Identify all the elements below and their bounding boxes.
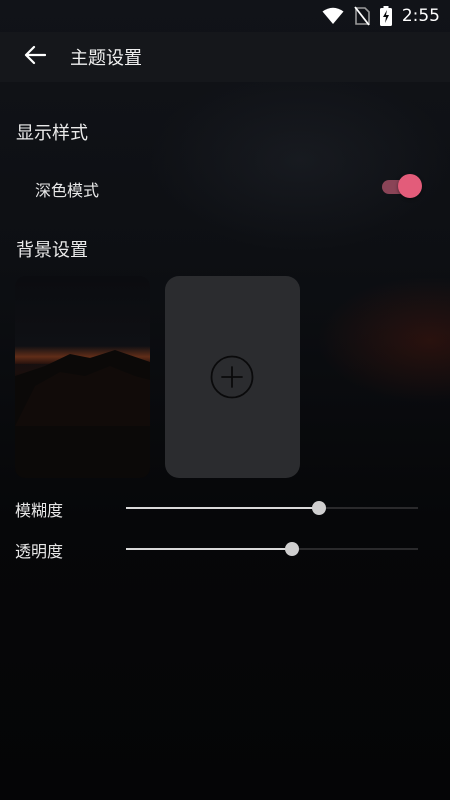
display-style-heading: 显示样式 xyxy=(16,123,88,144)
wifi-icon xyxy=(322,7,344,25)
blur-label: 模糊度 xyxy=(15,501,64,520)
add-background-button[interactable] xyxy=(165,276,300,478)
toggle-thumb xyxy=(398,174,422,198)
status-bar: 2:55 xyxy=(0,0,450,32)
app-bar: 主题设置 xyxy=(0,32,450,82)
background-image-thumbnail[interactable] xyxy=(15,276,150,478)
opacity-slider[interactable] xyxy=(126,539,418,559)
background-heading: 背景设置 xyxy=(16,240,88,261)
slider-fill xyxy=(126,548,293,550)
mountain-silhouette xyxy=(15,350,150,478)
slider-fill xyxy=(126,507,319,509)
slider-knob[interactable] xyxy=(311,501,326,515)
blur-slider[interactable] xyxy=(126,498,418,518)
no-sim-icon xyxy=(354,6,370,26)
dark-mode-toggle[interactable] xyxy=(382,174,422,198)
arrow-left-icon xyxy=(24,45,47,69)
plus-circle-icon xyxy=(210,355,254,399)
back-button[interactable] xyxy=(13,35,57,79)
status-time: 2:55 xyxy=(401,6,440,26)
slider-knob[interactable] xyxy=(285,542,300,556)
page-title: 主题设置 xyxy=(70,48,142,69)
dark-mode-label: 深色模式 xyxy=(35,181,100,200)
opacity-label: 透明度 xyxy=(15,542,64,561)
battery-charging-icon xyxy=(379,6,392,26)
